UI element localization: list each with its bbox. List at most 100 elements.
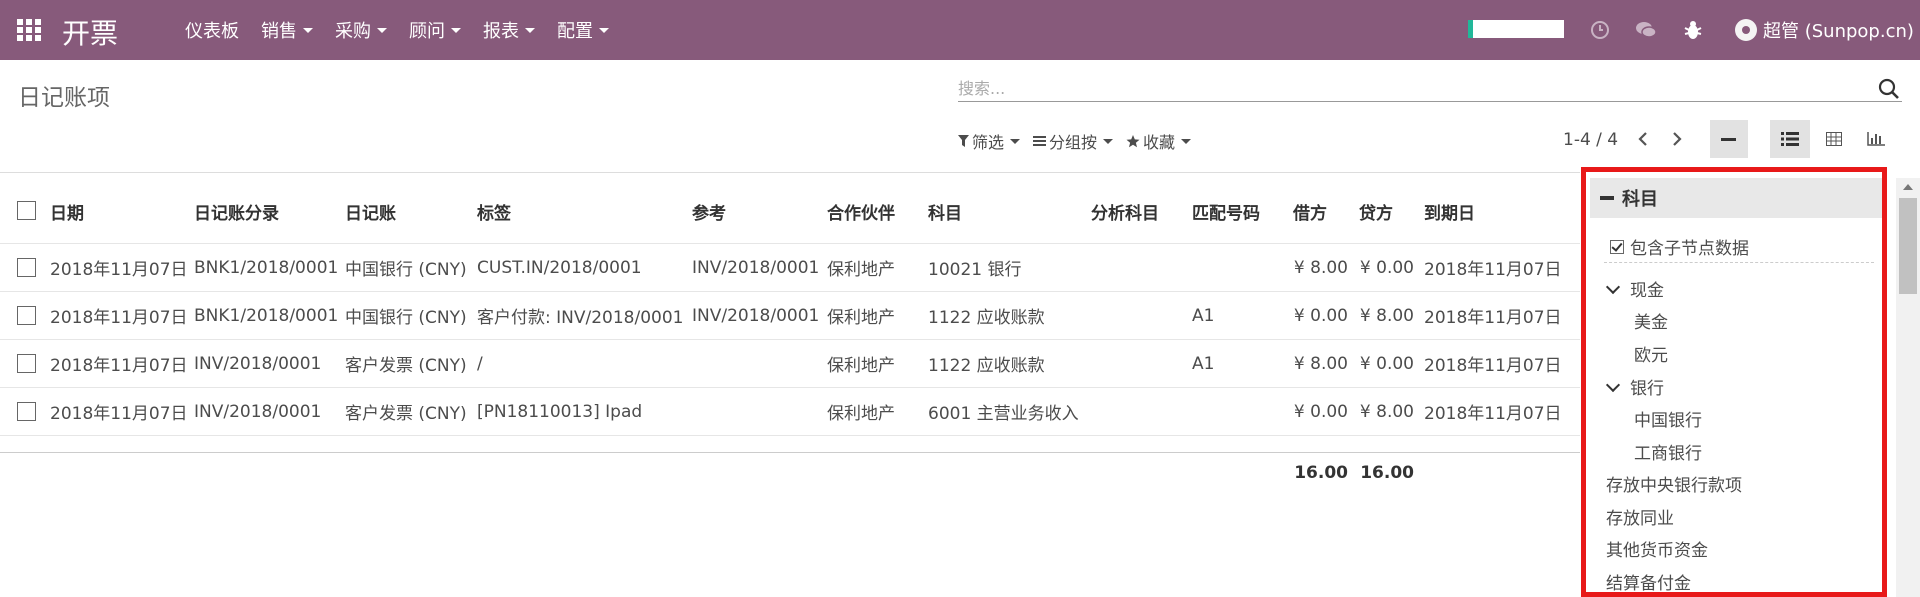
column-header-matching[interactable]: 匹配号码	[1192, 180, 1260, 243]
tree-item-bank[interactable]: 银行	[1605, 374, 1664, 399]
total-credit: 16.00	[1360, 462, 1414, 483]
cell-due-date: 2018年11月07日	[1424, 308, 1562, 328]
pivot-view-icon[interactable]	[1814, 120, 1854, 158]
menu-sales[interactable]: 销售	[261, 0, 324, 60]
cell-debit: ¥ 0.00	[1293, 305, 1348, 326]
menu-label: 报表	[483, 21, 519, 42]
chat-icon[interactable]	[1634, 18, 1658, 42]
column-header-due-date[interactable]: 到期日	[1424, 180, 1475, 243]
filter-icon	[958, 135, 969, 147]
cell-date: 2018年11月07日	[50, 356, 188, 376]
filters-button[interactable]: 筛选	[958, 129, 1021, 153]
cell-account: 6001 主营业务收入	[928, 404, 1079, 424]
column-header-reference[interactable]: 参考	[692, 180, 726, 243]
table-row[interactable]: 2018年11月07日 BNK1/2018/0001 中国银行 (CNY) CU…	[0, 244, 1580, 292]
user-menu[interactable]: 超管 (Sunpop.cn)	[1735, 14, 1914, 46]
star-icon	[1126, 134, 1140, 147]
cell-debit: ¥ 8.00	[1293, 257, 1348, 278]
cell-move: INV/2018/0001	[194, 401, 322, 422]
tree-item-bank-of-china[interactable]: 中国银行	[1634, 406, 1702, 431]
tree-item-cash[interactable]: 现金	[1605, 276, 1664, 301]
panel-scrollbar[interactable]	[1896, 178, 1920, 597]
graph-view-icon[interactable]	[1856, 120, 1896, 158]
apps-grid-icon[interactable]	[17, 19, 41, 41]
cell-reference: INV/2018/0001	[692, 305, 820, 326]
cell-date: 2018年11月07日	[50, 404, 188, 424]
column-header-journal[interactable]: 日记账	[345, 180, 396, 243]
column-header-credit[interactable]: 贷方	[1359, 180, 1393, 243]
tree-item-interbank-deposits[interactable]: 存放同业	[1606, 504, 1674, 529]
cell-reference: INV/2018/0001	[692, 257, 820, 278]
cell-label: 客户付款: INV/2018/0001	[477, 308, 684, 328]
tree-item-label: 银行	[1630, 379, 1664, 399]
column-header-move[interactable]: 日记账分录	[194, 180, 279, 243]
tree-item-other-monetary-funds[interactable]: 其他货币资金	[1606, 536, 1708, 561]
row-checkbox[interactable]	[17, 258, 36, 277]
app-title[interactable]: 开票	[62, 12, 118, 52]
menu-configuration[interactable]: 配置	[557, 0, 620, 60]
cell-matching: A1	[1192, 353, 1215, 374]
column-header-partner[interactable]: 合作伙伴	[827, 180, 895, 243]
tree-item-label: 存放同业	[1606, 509, 1674, 529]
menu-label: 销售	[261, 21, 297, 42]
bug-icon[interactable]	[1681, 18, 1705, 42]
cell-journal: 客户发票 (CNY)	[345, 356, 467, 376]
menu-reports[interactable]: 报表	[483, 0, 546, 60]
row-checkbox[interactable]	[17, 354, 36, 373]
tree-item-settlement-reserve[interactable]: 结算备付金	[1606, 569, 1691, 594]
top-navbar: 开票 仪表板 销售 采购 顾问 报表 配置 超管 (Sunpop.cn)	[0, 0, 1920, 60]
favorites-label: 收藏	[1143, 133, 1176, 152]
avatar-icon	[1735, 19, 1757, 41]
list-view-icon[interactable]	[1770, 120, 1810, 158]
column-header-label[interactable]: 标签	[477, 180, 511, 243]
menu-dashboard[interactable]: 仪表板	[185, 0, 250, 60]
column-header-debit[interactable]: 借方	[1293, 180, 1327, 243]
row-checkbox[interactable]	[17, 402, 36, 421]
chevron-down-icon	[1605, 279, 1621, 295]
groupby-button[interactable]: 分组按	[1033, 129, 1114, 153]
panel-header[interactable]: 科目	[1590, 178, 1882, 218]
tree-item-label: 结算备付金	[1606, 574, 1691, 594]
tree-item-label: 现金	[1630, 281, 1664, 301]
menu-advisor[interactable]: 顾问	[409, 0, 472, 60]
pager-previous-icon[interactable]	[1630, 126, 1656, 152]
tree-item-label: 工商银行	[1634, 444, 1702, 464]
tree-item-usd[interactable]: 美金	[1634, 308, 1668, 333]
menu-purchase[interactable]: 采购	[335, 0, 398, 60]
table-row[interactable]: 2018年11月07日 INV/2018/0001 客户发票 (CNY) [PN…	[0, 388, 1580, 436]
column-header-analytic[interactable]: 分析科目	[1091, 180, 1159, 243]
search-panel-toggle[interactable]	[1710, 120, 1748, 158]
search-bar	[958, 76, 1902, 102]
column-header-date[interactable]: 日期	[50, 180, 84, 243]
scroll-up-icon[interactable]	[1903, 184, 1913, 190]
caret-down-icon	[599, 27, 609, 33]
menu-label: 配置	[557, 21, 593, 42]
pager-value[interactable]: 1-4 / 4	[1563, 130, 1618, 150]
tree-item-icbc[interactable]: 工商银行	[1634, 439, 1702, 464]
cell-date: 2018年11月07日	[50, 308, 188, 328]
search-icon[interactable]	[1878, 78, 1900, 100]
column-header-account[interactable]: 科目	[928, 180, 962, 243]
cell-journal: 客户发票 (CNY)	[345, 404, 467, 424]
tree-item-central-bank-deposits[interactable]: 存放中央银行款项	[1606, 471, 1742, 496]
cell-debit: ¥ 0.00	[1293, 401, 1348, 422]
search-input[interactable]	[958, 76, 1858, 100]
main-menu: 仪表板 销售 采购 顾问 报表 配置	[185, 0, 631, 60]
cell-credit: ¥ 0.00	[1359, 353, 1414, 374]
tree-item-eur[interactable]: 欧元	[1634, 341, 1668, 366]
tree-item-label: 中国银行	[1634, 411, 1702, 431]
select-all-checkbox[interactable]	[17, 201, 36, 220]
clock-icon[interactable]	[1588, 18, 1612, 42]
pager-next-icon[interactable]	[1664, 126, 1690, 152]
include-children-checkbox[interactable]	[1610, 239, 1624, 254]
include-children-label: 包含子节点数据	[1630, 239, 1749, 259]
table-row[interactable]: 2018年11月07日 INV/2018/0001 客户发票 (CNY) / 保…	[0, 340, 1580, 388]
include-children-toggle[interactable]: 包含子节点数据	[1610, 234, 1749, 259]
favorites-button[interactable]: 收藏	[1126, 129, 1192, 153]
scroll-thumb[interactable]	[1899, 198, 1917, 294]
cell-credit: ¥ 8.00	[1359, 305, 1414, 326]
cell-account: 10021 银行	[928, 260, 1022, 280]
cell-due-date: 2018年11月07日	[1424, 356, 1562, 376]
table-row[interactable]: 2018年11月07日 BNK1/2018/0001 中国银行 (CNY) 客户…	[0, 292, 1580, 340]
row-checkbox[interactable]	[17, 306, 36, 325]
